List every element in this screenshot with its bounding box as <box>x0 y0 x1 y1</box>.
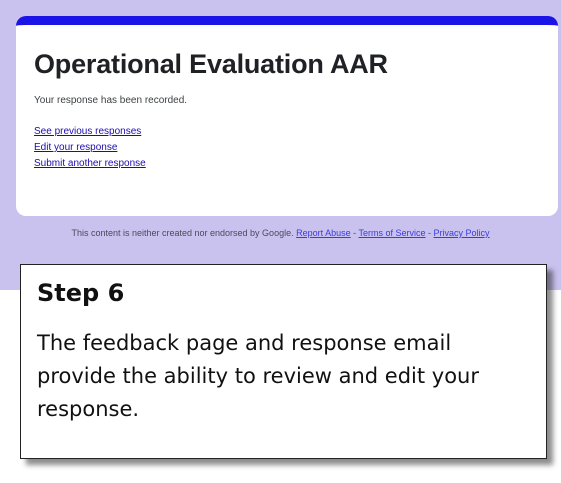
form-screenshot: Operational Evaluation AAR Your response… <box>0 0 561 290</box>
see-previous-responses-link[interactable]: See previous responses <box>34 124 540 140</box>
confirmation-message: Your response has been recorded. <box>34 95 188 106</box>
report-abuse-link[interactable]: Report Abuse <box>296 228 351 238</box>
step-callout-box: Step 6 The feedback page and response em… <box>20 264 547 459</box>
response-links: See previous responses Edit your respons… <box>34 124 540 172</box>
form-title: Operational Evaluation AAR <box>34 49 388 79</box>
footer-separator: - <box>350 228 359 238</box>
step-description: The feedback page and response email pro… <box>37 331 479 421</box>
footer-disclaimer: This content is neither created nor endo… <box>71 228 294 238</box>
form-card: Operational Evaluation AAR Your response… <box>16 16 558 216</box>
submit-another-response-link[interactable]: Submit another response <box>34 156 540 172</box>
terms-of-service-link[interactable]: Terms of Service <box>359 228 426 238</box>
privacy-policy-link[interactable]: Privacy Policy <box>434 228 490 238</box>
step-title: Step 6 <box>37 279 125 307</box>
footer-separator: - <box>425 228 434 238</box>
form-footer: This content is neither created nor endo… <box>0 228 561 238</box>
edit-response-link[interactable]: Edit your response <box>34 140 540 156</box>
